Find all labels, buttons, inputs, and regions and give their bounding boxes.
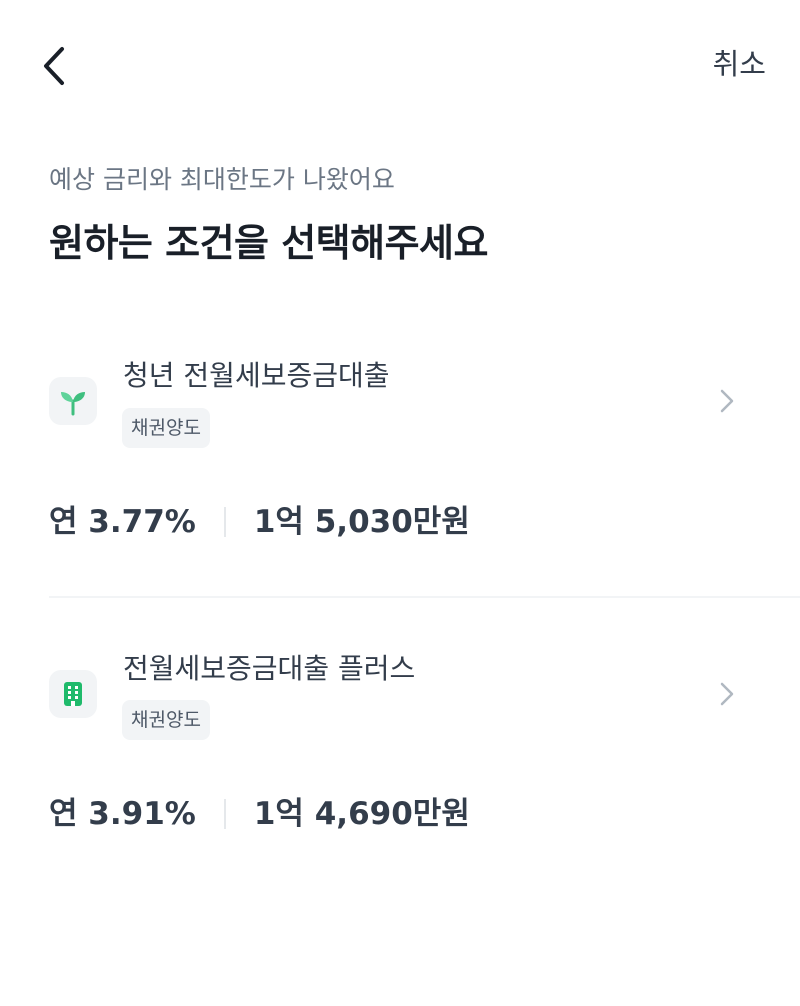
loan-limit: 1억 5,030만원 [253, 504, 470, 540]
product-card-jeonse-loan-plus[interactable]: 전월세보증금대출 플러스 채권양도 연 3.91% 1억 4,690만원 [0, 622, 800, 892]
interest-rate: 연 3.77% [49, 504, 196, 540]
list-divider [49, 596, 800, 598]
product-name: 전월세보증금대출 플러스 [123, 652, 416, 685]
top-bar: 취소 [0, 0, 800, 130]
product-card-youth-jeonse-loan[interactable]: 청년 전월세보증금대출 채권양도 연 3.77% 1억 5,030만원 [0, 330, 800, 600]
loan-limit: 1억 4,690만원 [253, 796, 470, 832]
product-tag: 채권양도 [122, 700, 210, 740]
stats-divider [223, 507, 226, 537]
stats-divider [223, 799, 226, 829]
product-icon [49, 670, 97, 718]
building-icon [64, 682, 82, 706]
interest-rate: 연 3.91% [49, 796, 196, 832]
product-name: 청년 전월세보증금대출 [123, 359, 390, 392]
chevron-left-icon [44, 47, 64, 85]
sprout-icon [61, 392, 85, 416]
product-stats: 연 3.91% 1억 4,690만원 [49, 791, 470, 837]
chevron-right-icon [715, 680, 739, 708]
back-button[interactable] [30, 40, 78, 92]
product-stats: 연 3.77% 1억 5,030만원 [49, 499, 470, 545]
cancel-button[interactable]: 취소 [713, 44, 766, 84]
chevron-right-icon [715, 387, 739, 415]
page-subtitle: 예상 금리와 최대한도가 나왔어요 [49, 165, 395, 194]
page-title: 원하는 조건을 선택해주세요 [49, 221, 488, 265]
product-tag: 채권양도 [122, 408, 210, 448]
product-icon [49, 377, 97, 425]
